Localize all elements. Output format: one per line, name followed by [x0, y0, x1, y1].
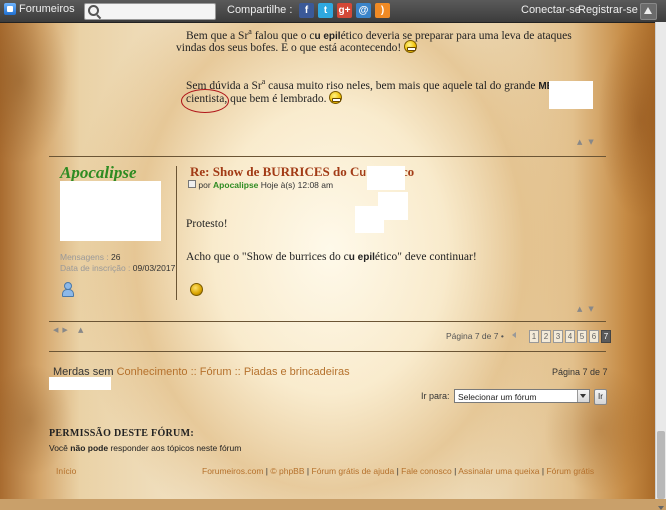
twitter-icon[interactable]: t	[318, 3, 333, 18]
post1-line2: vindas dos seus bofes. E o que está acon…	[176, 40, 418, 57]
brand[interactable]: Forumeiros	[4, 3, 75, 15]
avatar	[60, 181, 161, 241]
post-meta: por Apocalipse Hoje à(s) 12:08 am	[188, 180, 333, 190]
go-button[interactable]: Ir	[594, 389, 607, 405]
permissions-text: Você não pode responder aos tópicos nest…	[49, 443, 242, 453]
post-column-divider	[176, 166, 177, 300]
pagination-label: Página 7 de 7 •	[446, 331, 504, 341]
stat-messages: Mensagens : 26	[60, 252, 121, 262]
page-scrollbar[interactable]	[655, 22, 666, 510]
footer-separator: |	[396, 466, 399, 476]
footer-link[interactable]: Forumeiros.com	[202, 466, 263, 476]
breadcrumb-separator: ::	[234, 366, 241, 378]
chevron-down-icon	[577, 390, 589, 402]
brand-name: Forumeiros	[19, 3, 75, 15]
post-divider	[49, 321, 606, 322]
search-icon	[88, 5, 99, 16]
jump-selected-value: Selecionar um fórum	[458, 392, 537, 402]
page-link-7[interactable]: 7	[601, 330, 611, 343]
footer-link[interactable]: Fórum grátis de ajuda	[312, 466, 395, 476]
footer-link[interactable]: © phpBB	[270, 466, 304, 476]
jump-label: Ir para:	[421, 391, 450, 401]
google-plus-icon[interactable]: g+	[337, 3, 352, 18]
redaction-box	[367, 166, 405, 190]
scrollbar-thumb[interactable]	[657, 431, 665, 499]
breadcrumb-piadas[interactable]: Piadas e brincadeiras	[244, 366, 350, 378]
scroll-top-button[interactable]	[640, 3, 657, 20]
share-label: Compartilhe :	[227, 4, 293, 16]
rss-icon[interactable]: )	[375, 3, 390, 18]
email-icon[interactable]: @	[356, 3, 371, 18]
red-circle-annotation	[181, 89, 229, 113]
redaction-box	[355, 206, 384, 233]
footer-link[interactable]: Fale conosco	[401, 466, 452, 476]
page-links: 1234567	[529, 330, 611, 343]
login-link[interactable]: Conectar-se	[521, 4, 581, 16]
footer-separator: |	[306, 466, 310, 476]
page-link-4[interactable]: 4	[565, 330, 575, 343]
pagination-divider	[49, 351, 606, 352]
laughing-smiley-icon	[404, 40, 418, 53]
topic-nav-arrows[interactable]: ◀▶ ▲	[53, 326, 87, 334]
page-link-2[interactable]: 2	[541, 330, 551, 343]
forum-jump-select[interactable]: Selecionar um fórum	[454, 389, 590, 403]
previous-page-icon[interactable]	[512, 332, 516, 338]
page-link-1[interactable]: 1	[529, 330, 539, 343]
footer-link[interactable]: Assinalar uma queixa	[458, 466, 539, 476]
post-author[interactable]: Apocalipse	[60, 163, 137, 183]
breadcrumb-forum[interactable]: Fórum	[200, 366, 232, 378]
register-link[interactable]: Registrar-se	[578, 4, 638, 16]
redaction-box	[549, 81, 593, 109]
footer-links: Forumeiros.com | © phpBB | Fórum grátis …	[202, 466, 594, 476]
redaction-box	[49, 377, 111, 390]
permissions-title: PERMISSÃO DESTE FÓRUM:	[49, 428, 194, 439]
post2-nav-arrows[interactable]: ▲▼	[577, 305, 600, 313]
page-of-label: Página 7 de 7	[552, 367, 608, 377]
page-link-6[interactable]: 6	[589, 330, 599, 343]
footer-separator: |	[265, 466, 268, 476]
share-icons: f t g+ @)	[299, 3, 390, 18]
footer-home-link[interactable]: Início	[56, 466, 76, 476]
post-icon	[188, 180, 196, 188]
forumeiros-logo-icon	[4, 3, 16, 15]
facebook-icon[interactable]: f	[299, 3, 314, 18]
breadcrumb-separator: ::	[190, 366, 197, 378]
page-link-3[interactable]: 3	[553, 330, 563, 343]
post-divider	[49, 156, 606, 157]
shocked-smiley-icon	[190, 283, 203, 296]
forumeiros-toolbar: Forumeiros Compartilhe : f t g+ @) Conectar…	[0, 0, 666, 23]
footer-separator: |	[454, 466, 457, 476]
post2-body1: Protesto!	[186, 218, 228, 230]
scroll-down-icon[interactable]	[658, 506, 664, 510]
user-profile-icon[interactable]	[62, 282, 74, 297]
breadcrumb-conhecimento[interactable]: Conhecimento	[117, 366, 188, 378]
post1-nav-arrows[interactable]: ▲▼	[577, 138, 600, 146]
footer-link[interactable]: Fórum grátis	[546, 466, 594, 476]
grin-smiley-icon	[329, 91, 343, 104]
footer-separator: |	[541, 466, 545, 476]
stat-joined: Data de inscrição : 09/03/2017	[60, 263, 176, 273]
search-input[interactable]	[84, 3, 216, 20]
page-link-5[interactable]: 5	[577, 330, 587, 343]
post2-body2: Acho que o "Show de burrices do cu epilé…	[186, 251, 477, 263]
